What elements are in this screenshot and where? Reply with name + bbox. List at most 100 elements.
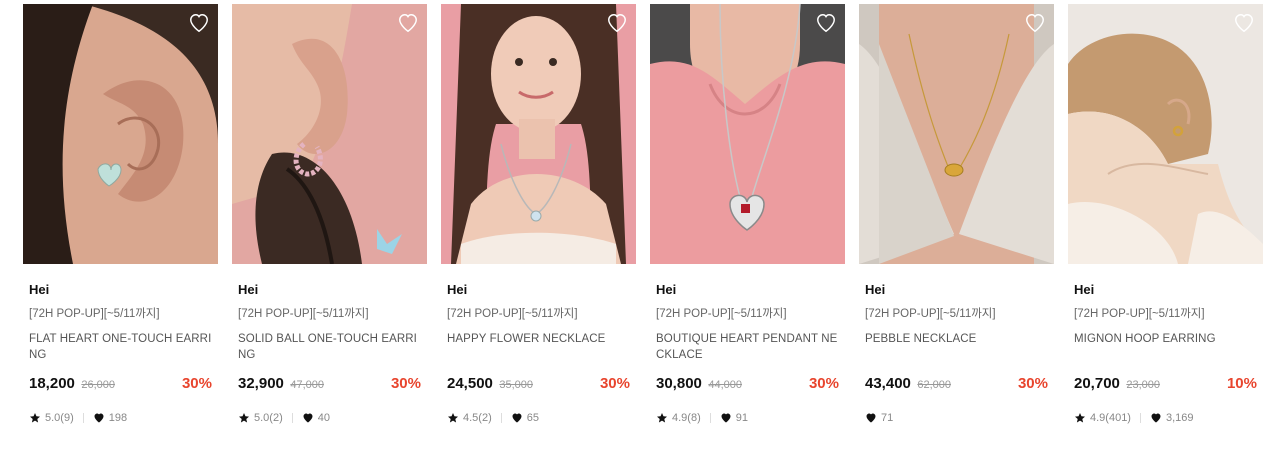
likes-count: 3,169	[1165, 412, 1194, 424]
price-row: 18,200 26,000 30%	[29, 375, 212, 395]
product-image[interactable]	[1068, 4, 1263, 264]
heart-filled-icon	[302, 412, 314, 424]
wishlist-heart-icon[interactable]	[815, 12, 837, 34]
product-grid: Hei [72H POP-UP][~5/11까지] FLAT HEART ONE…	[0, 0, 1269, 462]
product-name[interactable]: MIGNON HOOP EARRING	[1074, 331, 1257, 363]
likes-count: 40	[317, 412, 330, 424]
product-meta: 5.0(2) 40	[238, 410, 421, 426]
product-image[interactable]	[23, 4, 218, 264]
rating-text: 5.0(9)	[45, 412, 74, 424]
wishlist-heart-icon[interactable]	[397, 12, 419, 34]
product-meta: 4.9(401) 3,169	[1074, 410, 1257, 426]
discount-rate: 30%	[808, 375, 839, 392]
product-name[interactable]: PEBBLE NECKLACE	[865, 331, 1048, 363]
product-name[interactable]: HAPPY FLOWER NECKLACE	[447, 331, 630, 363]
brand-name[interactable]: Hei	[29, 282, 212, 298]
likes-count: 91	[735, 412, 748, 424]
brand-name[interactable]: Hei	[656, 282, 839, 298]
sale-price: 24,500	[447, 375, 493, 392]
original-price: 35,000	[499, 379, 533, 391]
promo-tag: [72H POP-UP][~5/11까지]	[865, 308, 996, 320]
model-photo	[1068, 4, 1263, 264]
brand-name[interactable]: Hei	[1074, 282, 1257, 298]
original-price: 44,000	[708, 379, 742, 391]
promo-tag: [72H POP-UP][~5/11까지]	[447, 308, 578, 320]
neck-photo	[650, 4, 845, 264]
divider	[500, 413, 502, 423]
discount-rate: 30%	[1017, 375, 1048, 392]
product-meta: 5.0(9) 198	[29, 410, 212, 426]
divider	[291, 413, 293, 423]
discount-rate: 30%	[181, 375, 212, 392]
product-meta: 4.9(8) 91	[656, 410, 839, 426]
sale-price: 30,800	[656, 375, 702, 392]
divider	[1139, 413, 1141, 423]
wishlist-heart-icon[interactable]	[1024, 12, 1046, 34]
promo-tag: [72H POP-UP][~5/11까지]	[238, 308, 369, 320]
original-price: 26,000	[81, 379, 115, 391]
product-image[interactable]	[650, 4, 845, 264]
divider	[82, 413, 84, 423]
heart-filled-icon	[93, 412, 105, 424]
product-meta: 71	[865, 410, 1048, 426]
promo-tag: [72H POP-UP][~5/11까지]	[29, 308, 160, 320]
divider	[709, 413, 711, 423]
product-image[interactable]	[859, 4, 1054, 264]
likes-count: 198	[108, 412, 128, 424]
price-row: 32,900 47,000 30%	[238, 375, 421, 395]
sale-price: 43,400	[865, 375, 911, 392]
price-row: 24,500 35,000 30%	[447, 375, 630, 395]
star-icon	[238, 412, 250, 424]
product-card[interactable]: Hei [72H POP-UP][~5/11까지] FLAT HEART ONE…	[23, 4, 218, 454]
product-card[interactable]: Hei [72H POP-UP][~5/11까지] HAPPY FLOWER N…	[441, 4, 636, 454]
brand-name[interactable]: Hei	[238, 282, 421, 298]
product-name[interactable]: FLAT HEART ONE-TOUCH EARRING	[29, 331, 212, 363]
sale-price: 20,700	[1074, 375, 1120, 392]
wishlist-heart-icon[interactable]	[188, 12, 210, 34]
brand-name[interactable]: Hei	[447, 282, 630, 298]
ear-photo	[232, 4, 427, 264]
product-card[interactable]: Hei [72H POP-UP][~5/11까지] BOUTIQUE HEART…	[650, 4, 845, 454]
product-card[interactable]: Hei [72H POP-UP][~5/11까지] SOLID BALL ONE…	[232, 4, 427, 454]
product-image[interactable]	[232, 4, 427, 264]
price-row: 20,700 23,000 10%	[1074, 375, 1257, 395]
discount-rate: 30%	[599, 375, 630, 392]
wishlist-heart-icon[interactable]	[606, 12, 628, 34]
original-price: 23,000	[1126, 379, 1160, 391]
rating-text: 4.9(401)	[1090, 412, 1131, 424]
rating-text: 4.9(8)	[672, 412, 701, 424]
rating-text: 5.0(2)	[254, 412, 283, 424]
heart-filled-icon	[511, 412, 523, 424]
promo-tag: [72H POP-UP][~5/11까지]	[1074, 308, 1205, 320]
product-card[interactable]: Hei [72H POP-UP][~5/11까지] PEBBLE NECKLAC…	[859, 4, 1054, 454]
product-image[interactable]	[441, 4, 636, 264]
original-price: 62,000	[917, 379, 951, 391]
promo-tag: [72H POP-UP][~5/11까지]	[656, 308, 787, 320]
likes-count: 71	[881, 412, 894, 424]
heart-filled-icon	[865, 412, 877, 424]
discount-rate: 10%	[1226, 375, 1257, 392]
star-icon	[447, 412, 459, 424]
neck-photo	[859, 4, 1054, 264]
model-photo	[441, 4, 636, 264]
ear-photo	[23, 4, 218, 264]
star-icon	[1074, 412, 1086, 424]
product-meta: 4.5(2) 65	[447, 410, 630, 426]
likes-count: 65	[526, 412, 539, 424]
heart-filled-icon	[1150, 412, 1162, 424]
heart-filled-icon	[720, 412, 732, 424]
discount-rate: 30%	[390, 375, 421, 392]
product-name[interactable]: BOUTIQUE HEART PENDANT NECKLACE	[656, 331, 839, 363]
star-icon	[656, 412, 668, 424]
sale-price: 18,200	[29, 375, 75, 392]
rating-text: 4.5(2)	[463, 412, 492, 424]
product-name[interactable]: SOLID BALL ONE-TOUCH EARRING	[238, 331, 421, 363]
price-row: 43,400 62,000 30%	[865, 375, 1048, 395]
brand-name[interactable]: Hei	[865, 282, 1048, 298]
product-card[interactable]: Hei [72H POP-UP][~5/11까지] MIGNON HOOP EA…	[1068, 4, 1263, 454]
wishlist-heart-icon[interactable]	[1233, 12, 1255, 34]
original-price: 47,000	[290, 379, 324, 391]
price-row: 30,800 44,000 30%	[656, 375, 839, 395]
sale-price: 32,900	[238, 375, 284, 392]
star-icon	[29, 412, 41, 424]
